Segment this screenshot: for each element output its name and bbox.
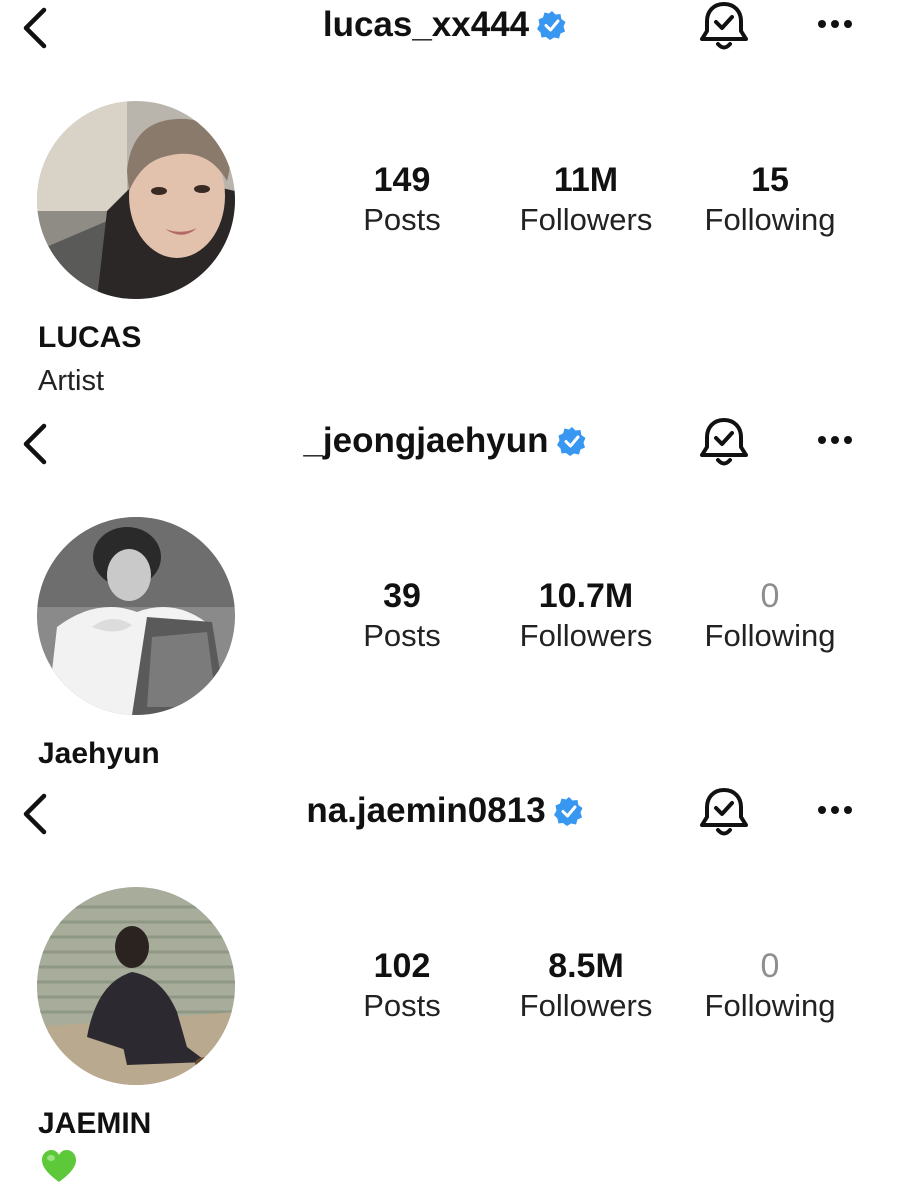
back-button[interactable] bbox=[14, 420, 58, 468]
profile-header: na.jaemin0813 bbox=[0, 786, 900, 846]
posts-value: 102 bbox=[373, 947, 431, 985]
posts-count[interactable]: 39 Posts bbox=[312, 576, 492, 656]
posts-label: Posts bbox=[363, 202, 441, 237]
avatar-photo bbox=[37, 517, 235, 715]
username: _jeongjaehyun bbox=[303, 421, 549, 460]
chevron-left-icon bbox=[23, 423, 47, 465]
more-horizontal-icon bbox=[818, 806, 852, 814]
profile-avatar[interactable] bbox=[37, 101, 235, 299]
verified-badge-icon bbox=[556, 427, 586, 456]
profile-header: lucas_xx444 bbox=[0, 0, 900, 60]
green-heart-icon bbox=[42, 1150, 76, 1182]
profile-card-lucas: lucas_xx444 149 Posts 11M Followers 15 F… bbox=[0, 0, 900, 400]
followers-label: Followers bbox=[519, 202, 653, 237]
posts-value: 39 bbox=[383, 577, 421, 615]
display-name: JAEMIN bbox=[38, 1107, 152, 1140]
more-options-button[interactable] bbox=[812, 418, 860, 462]
profile-avatar[interactable] bbox=[37, 887, 235, 1085]
more-horizontal-icon bbox=[818, 436, 852, 444]
bell-check-icon bbox=[700, 2, 748, 50]
avatar-photo bbox=[37, 101, 235, 299]
username: lucas_xx444 bbox=[322, 5, 530, 44]
username: na.jaemin0813 bbox=[306, 791, 546, 830]
followers-count[interactable]: 10.7M Followers bbox=[496, 576, 676, 656]
following-label: Following bbox=[704, 988, 836, 1023]
verified-badge-icon bbox=[553, 797, 583, 826]
followers-value: 10.7M bbox=[538, 577, 634, 615]
display-name: LUCAS bbox=[38, 321, 142, 354]
username-row: _jeongjaehyun bbox=[150, 418, 740, 464]
more-horizontal-icon bbox=[818, 20, 852, 28]
followers-label: Followers bbox=[519, 618, 653, 653]
posts-value: 149 bbox=[373, 161, 431, 199]
followers-value: 8.5M bbox=[548, 947, 624, 985]
following-count[interactable]: 0 Following bbox=[680, 946, 860, 1026]
avatar-photo bbox=[37, 887, 235, 1085]
verified-badge-icon bbox=[537, 11, 566, 40]
chevron-left-icon bbox=[23, 793, 47, 835]
more-options-button[interactable] bbox=[812, 2, 860, 46]
followers-count[interactable]: 8.5M Followers bbox=[496, 946, 676, 1026]
posts-count[interactable]: 102 Posts bbox=[312, 946, 492, 1026]
posts-label: Posts bbox=[363, 988, 441, 1023]
followers-value: 11M bbox=[553, 161, 619, 199]
profile-avatar[interactable] bbox=[37, 517, 235, 715]
following-value: 0 bbox=[760, 577, 780, 615]
followers-label: Followers bbox=[519, 988, 653, 1023]
notifications-button[interactable] bbox=[696, 416, 752, 468]
following-value: 15 bbox=[751, 161, 789, 199]
notifications-button[interactable] bbox=[696, 0, 752, 52]
more-options-button[interactable] bbox=[812, 788, 860, 832]
username-row: lucas_xx444 bbox=[150, 2, 740, 48]
display-name: Jaehyun bbox=[38, 737, 160, 770]
bell-check-icon bbox=[700, 788, 748, 836]
following-label: Following bbox=[704, 202, 836, 237]
following-count[interactable]: 0 Following bbox=[680, 576, 860, 656]
profile-card-jaehyun: _jeongjaehyun 39 Posts 10.7M Followers 0… bbox=[0, 416, 900, 786]
back-button[interactable] bbox=[14, 790, 58, 838]
following-label: Following bbox=[704, 618, 836, 653]
profile-header: _jeongjaehyun bbox=[0, 416, 900, 476]
posts-count[interactable]: 149 Posts bbox=[312, 160, 492, 240]
bell-check-icon bbox=[700, 418, 748, 466]
username-row: na.jaemin0813 bbox=[150, 788, 740, 834]
followers-count[interactable]: 11M Followers bbox=[496, 160, 676, 240]
bio-text: Artist bbox=[38, 365, 105, 397]
notifications-button[interactable] bbox=[696, 786, 752, 838]
following-value: 0 bbox=[760, 947, 780, 985]
posts-label: Posts bbox=[363, 618, 441, 653]
chevron-left-icon bbox=[23, 7, 47, 49]
profile-card-jaemin: na.jaemin0813 102 Posts 8.5M Followers 0… bbox=[0, 786, 900, 1200]
following-count[interactable]: 15 Following bbox=[680, 160, 860, 240]
back-button[interactable] bbox=[14, 4, 58, 52]
